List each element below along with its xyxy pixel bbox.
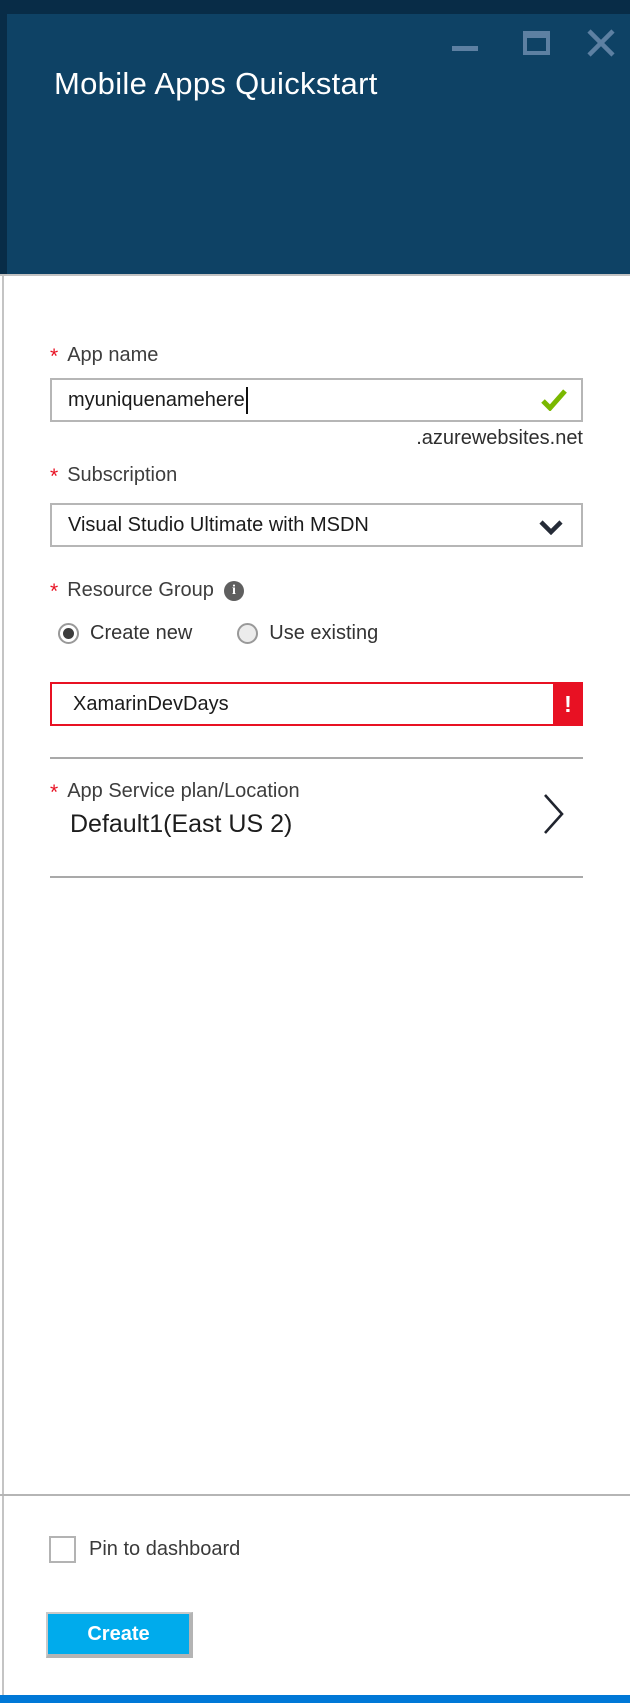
- subscription-value: Visual Studio Ultimate with MSDN: [68, 514, 369, 537]
- app-service-plan-value: Default1(East US 2): [70, 810, 292, 839]
- app-name-input[interactable]: myuniquenamehere: [50, 378, 583, 422]
- maximize-icon[interactable]: [523, 31, 550, 55]
- app-name-value: myuniquenamehere: [68, 389, 245, 412]
- minimize-icon[interactable]: [452, 46, 478, 51]
- subscription-label: * Subscription: [50, 464, 177, 487]
- subscription-select[interactable]: Visual Studio Ultimate with MSDN: [50, 503, 583, 547]
- blade-left-border: [2, 276, 4, 1695]
- valid-checkmark-icon: [541, 389, 567, 411]
- pin-to-dashboard-label[interactable]: Pin to dashboard: [89, 1538, 240, 1561]
- create-new-radio-label[interactable]: Create new: [90, 622, 192, 645]
- resource-group-name-value: XamarinDevDays: [73, 693, 229, 716]
- app-service-plan-label: * App Service plan/Location: [50, 780, 300, 803]
- required-asterisk: *: [50, 464, 58, 487]
- chevron-right-icon: [543, 793, 565, 835]
- top-dark-strip: [0, 0, 630, 14]
- pin-to-dashboard-checkbox[interactable]: [49, 1536, 76, 1563]
- blade-title: Mobile Apps Quickstart: [54, 66, 378, 102]
- resource-group-name-input[interactable]: XamarinDevDays !: [50, 682, 583, 726]
- text-cursor: [246, 387, 248, 414]
- footer-divider: [0, 1494, 630, 1496]
- bottom-accent-bar: [0, 1695, 630, 1703]
- use-existing-radio[interactable]: [237, 623, 258, 644]
- domain-suffix: .azurewebsites.net: [50, 427, 583, 450]
- app-service-plan-selector[interactable]: * App Service plan/Location Default1(Eas…: [50, 759, 583, 874]
- error-icon: !: [553, 682, 583, 726]
- header-divider: [0, 274, 630, 276]
- info-icon[interactable]: i: [224, 581, 244, 601]
- app-name-label: * App name: [50, 344, 158, 367]
- section-divider: [50, 876, 583, 878]
- chevron-down-icon: [539, 520, 563, 535]
- close-icon[interactable]: [586, 29, 616, 57]
- mobile-apps-quickstart-blade: Mobile Apps Quickstart * App name myuniq…: [0, 0, 630, 1703]
- required-asterisk: *: [50, 579, 58, 602]
- header-left-edge: [0, 14, 7, 274]
- required-asterisk: *: [50, 344, 58, 367]
- resource-group-radio-group: Create new Use existing: [58, 622, 378, 645]
- required-asterisk: *: [50, 780, 58, 803]
- use-existing-radio-label[interactable]: Use existing: [269, 622, 378, 645]
- create-button[interactable]: Create: [46, 1612, 193, 1658]
- create-new-radio[interactable]: [58, 623, 79, 644]
- resource-group-label: * Resource Group i: [50, 579, 244, 602]
